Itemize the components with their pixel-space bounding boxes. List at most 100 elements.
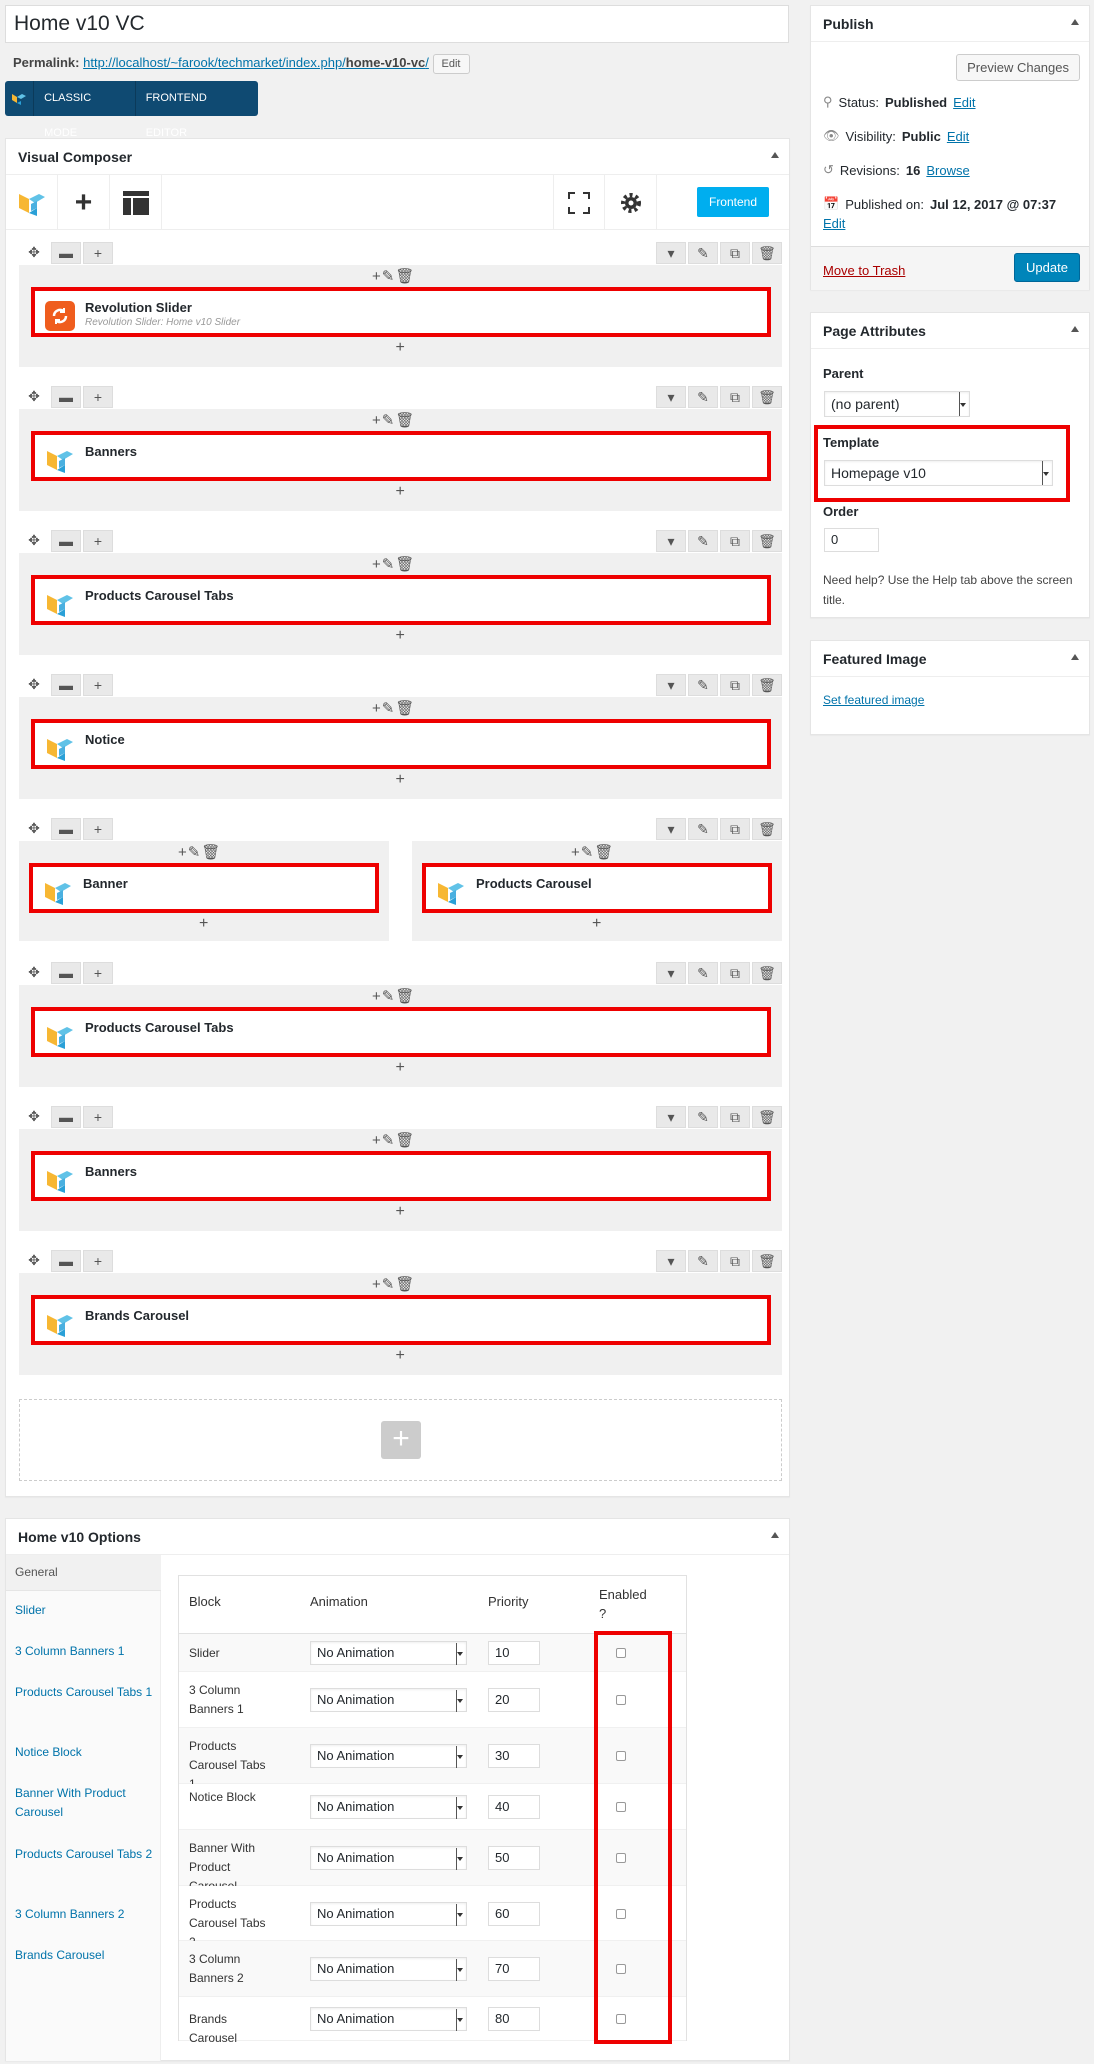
featured-image-header[interactable]: Featured Image [811, 641, 1089, 677]
row-toggle-icon[interactable]: ▾ [656, 674, 686, 696]
animation-select[interactable]: No Animation [310, 2007, 467, 2031]
priority-input[interactable]: 40 [488, 1795, 540, 1819]
row-toggle-icon[interactable]: ▾ [656, 818, 686, 840]
add-element-plus-icon[interactable]: + [396, 339, 405, 357]
options-tab-brands-carousel[interactable]: Brands Carousel [15, 1946, 157, 1965]
row-clone-icon[interactable]: ⧉ [720, 962, 750, 984]
row-move-icon[interactable]: ✥ [19, 818, 49, 840]
priority-input[interactable]: 20 [488, 1688, 540, 1712]
row-layout-icon[interactable]: ▬ [51, 1106, 81, 1128]
priority-input[interactable]: 70 [488, 1957, 540, 1981]
column-controls[interactable]: +✎🗑 [178, 843, 221, 861]
row-delete-icon[interactable]: 🗑 [752, 1106, 782, 1128]
vc-element[interactable]: Revolution Slider Revolution Slider: Home… [31, 287, 771, 337]
row-move-icon[interactable]: ✥ [19, 674, 49, 696]
row-add-column-icon[interactable]: + [83, 1106, 113, 1128]
add-element-plus-icon[interactable]: + [396, 483, 405, 501]
row-delete-icon[interactable]: 🗑 [752, 386, 782, 408]
priority-input[interactable]: 50 [488, 1846, 540, 1870]
collapse-toggle-icon[interactable] [1071, 654, 1079, 660]
row-edit-icon[interactable]: ✎ [688, 962, 718, 984]
templates-icon[interactable] [110, 175, 162, 230]
add-row-area[interactable]: + [19, 1399, 782, 1481]
row-clone-icon[interactable]: ⧉ [720, 818, 750, 840]
vc-element[interactable]: Products Carousel [422, 863, 772, 913]
collapse-toggle-icon[interactable] [771, 1532, 779, 1538]
animation-select[interactable]: No Animation [310, 1795, 467, 1819]
options-tab-notice-block[interactable]: Notice Block [15, 1743, 157, 1762]
row-add-column-icon[interactable]: + [83, 962, 113, 984]
parent-select[interactable]: (no parent) [824, 391, 970, 417]
publish-header[interactable]: Publish [811, 6, 1089, 42]
page-attributes-header[interactable]: Page Attributes [811, 313, 1089, 349]
row-move-icon[interactable]: ✥ [19, 386, 49, 408]
row-toggle-icon[interactable]: ▾ [656, 962, 686, 984]
add-element-plus-icon[interactable]: + [396, 627, 405, 645]
row-clone-icon[interactable]: ⧉ [720, 530, 750, 552]
animation-select[interactable]: No Animation [310, 1901, 467, 1926]
row-clone-icon[interactable]: ⧉ [720, 386, 750, 408]
priority-input[interactable]: 80 [488, 2007, 540, 2031]
animation-select[interactable]: No Animation [310, 1688, 467, 1712]
row-edit-icon[interactable]: ✎ [688, 530, 718, 552]
row-move-icon[interactable]: ✥ [19, 962, 49, 984]
row-layout-icon[interactable]: ▬ [51, 962, 81, 984]
visibility-edit-link[interactable]: Edit [947, 129, 969, 144]
update-button[interactable]: Update [1014, 253, 1080, 282]
column-controls[interactable]: +✎🗑 [372, 411, 415, 429]
row-add-column-icon[interactable]: + [83, 530, 113, 552]
row-delete-icon[interactable]: 🗑 [752, 530, 782, 552]
post-title-input[interactable]: Home v10 VC [5, 5, 789, 43]
priority-input[interactable]: 60 [488, 1901, 540, 1926]
vc-element[interactable]: Banner [29, 863, 379, 913]
row-toggle-icon[interactable]: ▾ [656, 242, 686, 264]
add-row-plus-icon[interactable]: + [381, 1421, 421, 1459]
row-toggle-icon[interactable]: ▾ [656, 386, 686, 408]
row-edit-icon[interactable]: ✎ [688, 1106, 718, 1128]
add-element-plus-icon[interactable]: + [396, 1203, 405, 1221]
row-edit-icon[interactable]: ✎ [688, 1250, 718, 1272]
row-add-column-icon[interactable]: + [83, 818, 113, 840]
row-clone-icon[interactable]: ⧉ [720, 674, 750, 696]
options-tab-banner-with-product-carousel[interactable]: Banner With Product Carousel [15, 1784, 157, 1822]
row-edit-icon[interactable]: ✎ [688, 674, 718, 696]
vc-element[interactable]: Brands Carousel [31, 1295, 771, 1345]
row-add-column-icon[interactable]: + [83, 1250, 113, 1272]
vc-element[interactable]: Products Carousel Tabs [31, 1007, 771, 1057]
frontend-button[interactable]: Frontend [697, 187, 769, 217]
row-delete-icon[interactable]: 🗑 [752, 818, 782, 840]
animation-select[interactable]: No Animation [310, 1846, 467, 1870]
revisions-browse-link[interactable]: Browse [926, 163, 969, 178]
row-add-column-icon[interactable]: + [83, 674, 113, 696]
row-layout-icon[interactable]: ▬ [51, 530, 81, 552]
vc-element[interactable]: Products Carousel Tabs [31, 575, 771, 625]
fullscreen-icon[interactable] [553, 175, 605, 230]
row-clone-icon[interactable]: ⧉ [720, 1106, 750, 1128]
collapse-toggle-icon[interactable] [1071, 326, 1079, 332]
options-tab-general[interactable]: General [6, 1555, 161, 1591]
options-tab-3-column-banners-2[interactable]: 3 Column Banners 2 [15, 1905, 157, 1924]
vc-element[interactable]: Banners [31, 431, 771, 481]
options-panel-header[interactable]: Home v10 Options [6, 1519, 789, 1555]
row-delete-icon[interactable]: 🗑 [752, 962, 782, 984]
vc-panel-header[interactable]: Visual Composer [6, 139, 789, 175]
status-edit-link[interactable]: Edit [953, 95, 975, 110]
options-tab-products-carousel-tabs-1[interactable]: Products Carousel Tabs 1 [15, 1683, 157, 1702]
row-edit-icon[interactable]: ✎ [688, 386, 718, 408]
row-move-icon[interactable]: ✥ [19, 242, 49, 264]
row-add-column-icon[interactable]: + [83, 386, 113, 408]
column-controls[interactable]: +✎🗑 [571, 843, 614, 861]
row-move-icon[interactable]: ✥ [19, 530, 49, 552]
collapse-toggle-icon[interactable] [771, 152, 779, 158]
column-controls[interactable]: +✎🗑 [372, 1131, 415, 1149]
row-move-icon[interactable]: ✥ [19, 1250, 49, 1272]
row-delete-icon[interactable]: 🗑 [752, 1250, 782, 1272]
animation-select[interactable]: No Animation [310, 1641, 467, 1665]
options-tab-3-column-banners-1[interactable]: 3 Column Banners 1 [15, 1642, 157, 1661]
row-clone-icon[interactable]: ⧉ [720, 1250, 750, 1272]
row-toggle-icon[interactable]: ▾ [656, 1106, 686, 1128]
column-controls[interactable]: +✎🗑 [372, 699, 415, 717]
add-element-plus-icon[interactable]: + [396, 1059, 405, 1077]
row-edit-icon[interactable]: ✎ [688, 242, 718, 264]
row-edit-icon[interactable]: ✎ [688, 818, 718, 840]
